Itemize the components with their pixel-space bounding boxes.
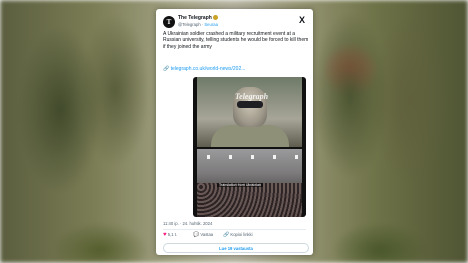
copy-link-icon: 🔗 — [223, 232, 230, 238]
soldier-shoulders — [211, 125, 289, 147]
link-icon: 🔗 — [163, 66, 170, 72]
account-handle[interactable]: @Telegraph — [178, 22, 201, 27]
ceiling-lights — [197, 155, 302, 159]
video-frame-auditorium: Translation from Ukrainian — [197, 149, 302, 217]
tweet-text: A Ukrainian soldier crashed a military r… — [163, 31, 309, 50]
x-logo-icon[interactable]: X — [299, 15, 305, 25]
account-handle-row: @Telegraph · Seuraa — [178, 22, 218, 27]
audience-crowd — [197, 183, 302, 217]
reply-button[interactable]: 💬 Vastaa — [193, 232, 213, 238]
avatar[interactable]: T — [163, 16, 175, 28]
tweet-media-video[interactable]: Telegraph Translation from Ukrainian — [193, 77, 306, 217]
verified-badge-icon — [212, 15, 218, 21]
reply-label: Vastaa — [200, 232, 214, 238]
article-link-text[interactable]: telegraph.co.uk/world-news/202... — [171, 66, 246, 72]
account-name-text[interactable]: The Telegraph — [178, 15, 212, 21]
goggles — [237, 101, 263, 108]
account-name[interactable]: The Telegraph — [178, 15, 218, 21]
media-watermark: Telegraph — [235, 92, 269, 101]
divider — [163, 229, 306, 230]
like-button[interactable]: ♥ 5,1 t. — [163, 232, 177, 238]
media-caption: Translation from Ukrainian — [217, 183, 264, 187]
tweet-timestamp[interactable]: 11:40 ip. · 24. huhtik. 2024 — [163, 221, 212, 226]
tweet-actions: ♥ 5,1 t. 💬 Vastaa 🔗 Kopioi linkki — [163, 232, 309, 240]
copy-link-button[interactable]: 🔗 Kopioi linkki — [223, 232, 253, 238]
article-link[interactable]: 🔗 telegraph.co.uk/world-news/202... — [163, 66, 309, 72]
video-frame-soldier: Telegraph — [197, 77, 302, 147]
heart-icon: ♥ — [163, 232, 167, 238]
read-replies-button[interactable]: Lue 19 vastausta — [163, 243, 309, 253]
follow-button[interactable]: Seuraa — [204, 22, 218, 27]
reply-icon: 💬 — [193, 232, 200, 238]
like-count: 5,1 t. — [167, 232, 178, 238]
copy-link-label: Kopioi linkki — [230, 232, 253, 238]
embedded-tweet-card: T The Telegraph @Telegraph · Seuraa X A … — [156, 9, 313, 255]
